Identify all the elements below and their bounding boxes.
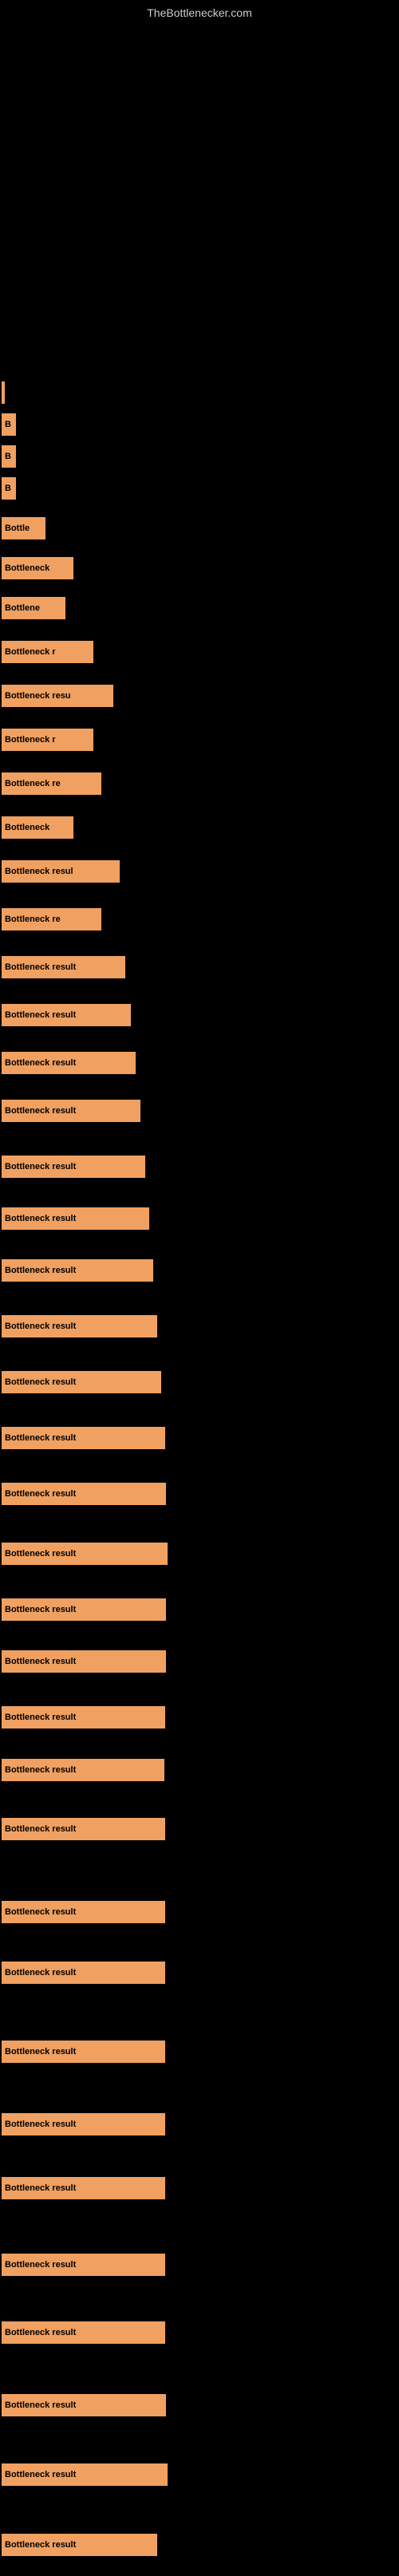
bar-label: B — [5, 452, 11, 461]
bar-label: Bottleneck result — [5, 1010, 76, 1020]
bar-label: Bottleneck result — [5, 1377, 76, 1387]
bar-item: Bottleneck result — [2, 1371, 161, 1393]
bar-label: Bottleneck result — [5, 1162, 76, 1171]
bar-label: Bottleneck result — [5, 2400, 76, 2410]
bar-label: Bottleneck result — [5, 2540, 76, 2550]
bar-label: Bottleneck result — [5, 1907, 76, 1917]
bar-label: Bottlene — [5, 603, 40, 613]
bar-label: Bottleneck result — [5, 1489, 76, 1499]
bar-item: Bottleneck result — [2, 2177, 165, 2199]
bar-label: Bottleneck result — [5, 1765, 76, 1775]
bar-item: Bottleneck resu — [2, 685, 113, 707]
bar-item: Bottleneck result — [2, 2394, 166, 2416]
bar-label: Bottleneck result — [5, 1549, 76, 1559]
bar-item: Bottleneck result — [2, 1259, 153, 1282]
bar-item: Bottleneck result — [2, 1706, 165, 1729]
bar-label: Bottleneck result — [5, 1605, 76, 1614]
bar-label: Bottleneck re — [5, 915, 61, 924]
bar-item: Bottleneck result — [2, 1207, 149, 1230]
bar-item: Bottleneck result — [2, 956, 125, 978]
bar-label: Bottleneck result — [5, 2260, 76, 2270]
bar-item: Bottleneck result — [2, 1598, 166, 1621]
bar-label: Bottleneck resu — [5, 691, 71, 701]
bar-label: Bottleneck result — [5, 2120, 76, 2129]
bar-label: Bottleneck r — [5, 647, 56, 657]
site-title: TheBottlenecker.com — [0, 0, 399, 22]
bar-label: Bottleneck result — [5, 1266, 76, 1275]
bar-item: B — [2, 477, 16, 500]
bar-item: Bottleneck result — [2, 1818, 165, 1840]
bar-label: Bottleneck — [5, 563, 49, 573]
bar-item: Bottleneck result — [2, 1650, 166, 1673]
bar-item: Bottleneck result — [2, 1901, 165, 1923]
bar-item: Bottleneck resul — [2, 860, 120, 883]
bar-label: Bottleneck result — [5, 2328, 76, 2337]
bar-label: Bottleneck result — [5, 1968, 76, 1977]
bar-item: Bottleneck result — [2, 2041, 165, 2063]
bar-item: B — [2, 413, 16, 436]
bar-item: Bottle — [2, 517, 45, 539]
bar-item: Bottleneck result — [2, 1100, 140, 1122]
bar-label: Bottleneck result — [5, 1433, 76, 1443]
bar-label: Bottleneck resul — [5, 867, 73, 876]
bar-label: Bottleneck result — [5, 2183, 76, 2193]
bar-item: Bottleneck re — [2, 772, 101, 795]
bar-label: Bottleneck result — [5, 1106, 76, 1116]
bar-label: Bottleneck result — [5, 1824, 76, 1834]
bar-label: Bottleneck result — [5, 1657, 76, 1666]
bar-item: Bottleneck result — [2, 2321, 165, 2344]
bar-label: Bottleneck r — [5, 735, 56, 745]
bar-label: Bottle — [5, 523, 30, 533]
bar-label: Bottleneck — [5, 823, 49, 832]
bar-item: Bottleneck result — [2, 1759, 164, 1781]
bar-item: Bottlene — [2, 597, 65, 619]
bar-label: B — [5, 420, 11, 429]
bar-item: Bottleneck result — [2, 1483, 166, 1505]
bar-item: Bottleneck r — [2, 729, 93, 751]
bar-item: Bottleneck result — [2, 1427, 165, 1449]
bar-item: Bottleneck result — [2, 1052, 136, 1074]
bar-label: Bottleneck result — [5, 1214, 76, 1223]
bar-item — [2, 381, 5, 404]
bar-item: Bottleneck result — [2, 2534, 157, 2556]
bar-label: Bottleneck re — [5, 779, 61, 788]
bar-item: Bottleneck r — [2, 641, 93, 663]
bar-item: Bottleneck result — [2, 1543, 168, 1565]
bar-item: Bottleneck result — [2, 1004, 131, 1026]
bar-item: Bottleneck result — [2, 1962, 165, 1984]
bar-label: Bottleneck result — [5, 1713, 76, 1722]
chart-area: B B B Bottle Bottleneck Bottlene Bottleneck r B… — [0, 22, 399, 2576]
bar-label: Bottleneck result — [5, 962, 76, 972]
site-header: TheBottlenecker.com — [0, 0, 399, 22]
bar-label: Bottleneck result — [5, 1322, 76, 1331]
bar-item: Bottleneck result — [2, 1156, 145, 1178]
bar-label: Bottleneck result — [5, 2470, 76, 2479]
bar-item: Bottleneck — [2, 557, 73, 579]
bar-label: Bottleneck result — [5, 1058, 76, 1068]
bar-item: Bottleneck result — [2, 2113, 165, 2135]
bar-item: Bottleneck result — [2, 1315, 157, 1337]
bar-item: Bottleneck result — [2, 2463, 168, 2486]
bar-item: Bottleneck — [2, 816, 73, 839]
bar-label: Bottleneck result — [5, 2047, 76, 2056]
bar-label: B — [5, 484, 11, 493]
bar-item: B — [2, 445, 16, 468]
bar-item: Bottleneck result — [2, 2254, 165, 2276]
bar-item: Bottleneck re — [2, 908, 101, 930]
